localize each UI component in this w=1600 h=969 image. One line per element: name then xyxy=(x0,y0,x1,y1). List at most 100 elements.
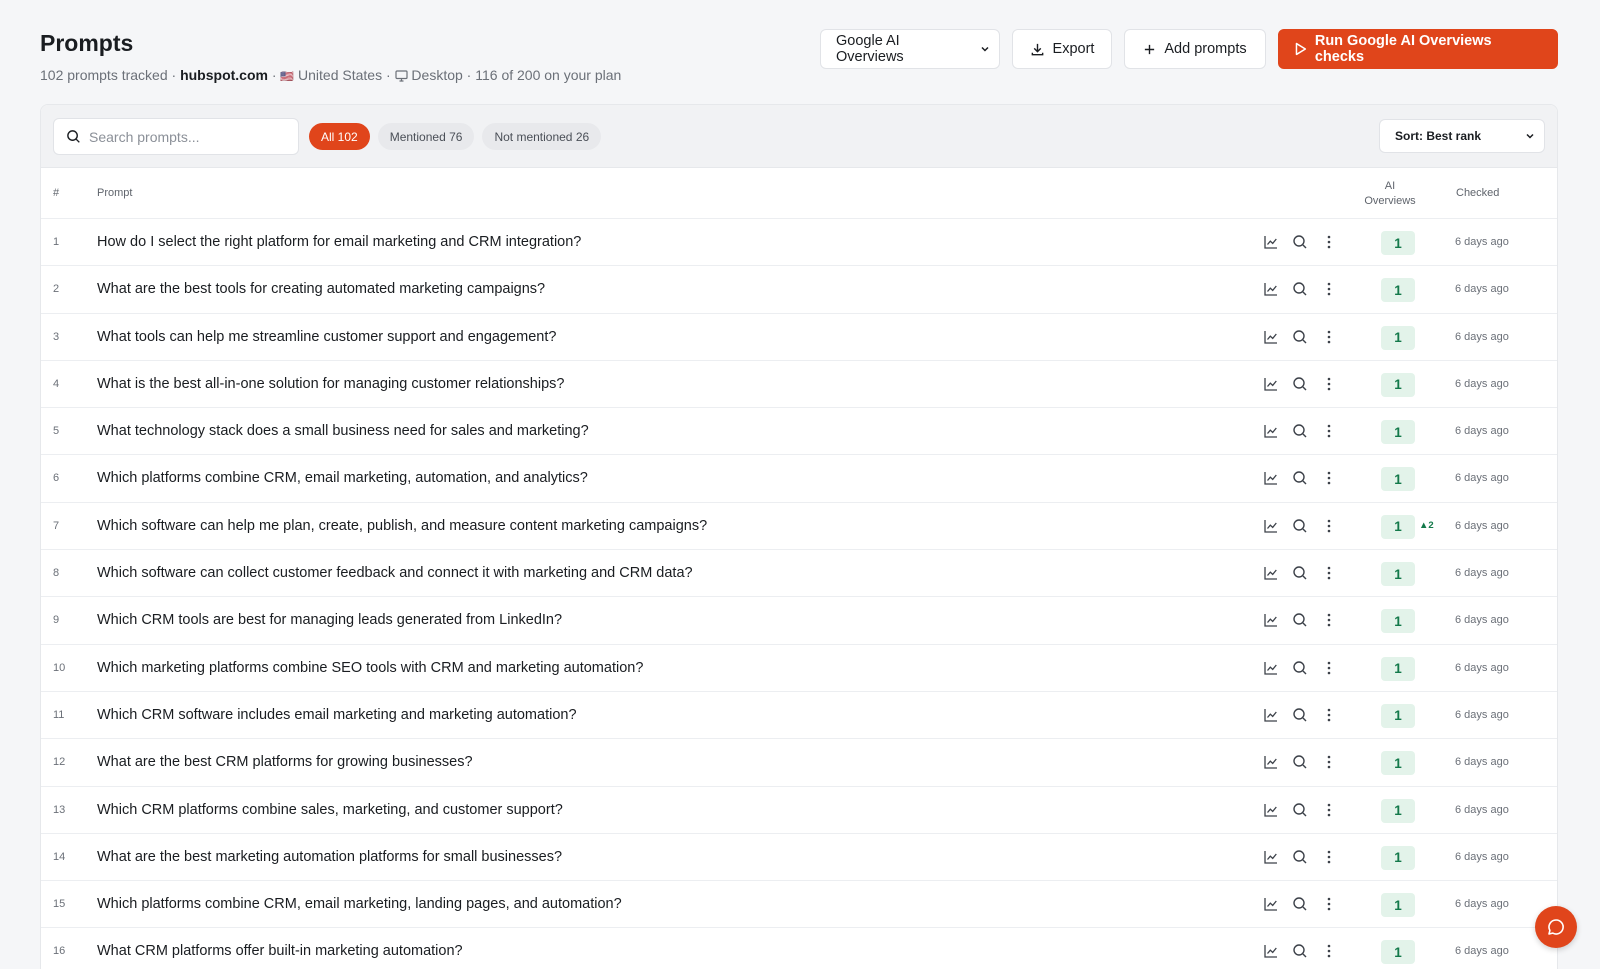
prompt-text[interactable]: What are the best tools for creating aut… xyxy=(97,281,545,297)
magnifier-icon[interactable] xyxy=(1292,329,1308,345)
trend-chart-icon[interactable] xyxy=(1263,802,1279,818)
table-row[interactable]: 13 Which CRM platforms combine sales, ma… xyxy=(41,787,1557,834)
prompt-text[interactable]: Which software can help me plan, create,… xyxy=(97,518,707,534)
table-row[interactable]: 7 Which software can help me plan, creat… xyxy=(41,503,1557,551)
table-row[interactable]: 14 What are the best marketing automatio… xyxy=(41,834,1557,882)
trend-chart-icon[interactable] xyxy=(1263,707,1279,723)
more-vertical-icon[interactable] xyxy=(1321,707,1337,723)
trend-chart-icon[interactable] xyxy=(1263,329,1279,345)
add-prompts-button[interactable]: Add prompts xyxy=(1124,29,1266,69)
magnifier-icon[interactable] xyxy=(1292,281,1308,297)
table-row[interactable]: 11 Which CRM software includes email mar… xyxy=(41,692,1557,740)
prompt-text[interactable]: Which CRM platforms combine sales, marke… xyxy=(97,802,563,818)
row-number: 8 xyxy=(53,567,60,580)
table-row[interactable]: 2 What are the best tools for creating a… xyxy=(41,266,1557,314)
page-subtitle: 102 prompts tracked · hubspot.com · 🇺🇸 U… xyxy=(40,67,621,85)
more-vertical-icon[interactable] xyxy=(1321,849,1337,865)
filter-all[interactable]: All 102 xyxy=(309,123,370,150)
table-row[interactable]: 6 Which platforms combine CRM, email mar… xyxy=(41,455,1557,503)
table-row[interactable]: 4 What is the best all-in-one solution f… xyxy=(41,361,1557,409)
table-row[interactable]: 9 Which CRM tools are best for managing … xyxy=(41,597,1557,645)
more-vertical-icon[interactable] xyxy=(1321,281,1337,297)
run-checks-button[interactable]: Run Google AI Overviews checks xyxy=(1278,29,1558,69)
magnifier-icon[interactable] xyxy=(1292,802,1308,818)
filter-mentioned[interactable]: Mentioned 76 xyxy=(377,123,475,150)
trend-chart-icon[interactable] xyxy=(1263,660,1279,676)
checked-time: 6 days ago xyxy=(1455,898,1509,911)
magnifier-icon[interactable] xyxy=(1292,660,1308,676)
magnifier-icon[interactable] xyxy=(1292,754,1308,770)
sort-select[interactable]: Sort: Best rank xyxy=(1379,119,1545,153)
trend-chart-icon[interactable] xyxy=(1263,849,1279,865)
trend-chart-icon[interactable] xyxy=(1263,612,1279,628)
ai-overviews-rank-badge: 1 xyxy=(1381,278,1415,303)
table-row[interactable]: 5 What technology stack does a small bus… xyxy=(41,408,1557,456)
trend-chart-icon[interactable] xyxy=(1263,470,1279,486)
trend-chart-icon[interactable] xyxy=(1263,518,1279,534)
add-prompts-label: Add prompts xyxy=(1164,41,1247,57)
magnifier-icon[interactable] xyxy=(1292,707,1308,723)
more-vertical-icon[interactable] xyxy=(1321,423,1337,439)
col-header-ai-line1: AI xyxy=(1384,180,1396,192)
more-vertical-icon[interactable] xyxy=(1321,612,1337,628)
prompt-text[interactable]: What tools can help me streamline custom… xyxy=(97,329,556,345)
magnifier-icon[interactable] xyxy=(1292,612,1308,628)
magnifier-icon[interactable] xyxy=(1292,896,1308,912)
prompt-text[interactable]: Which CRM software includes email market… xyxy=(97,707,577,723)
search-input[interactable] xyxy=(89,128,279,145)
row-number: 14 xyxy=(53,850,66,863)
chat-button[interactable] xyxy=(1535,906,1577,948)
table-row[interactable]: 3 What tools can help me streamline cust… xyxy=(41,314,1557,361)
trend-chart-icon[interactable] xyxy=(1263,896,1279,912)
prompt-text[interactable]: What technology stack does a small busin… xyxy=(97,423,589,439)
magnifier-icon[interactable] xyxy=(1292,565,1308,581)
table-row[interactable]: 15 Which platforms combine CRM, email ma… xyxy=(41,881,1557,929)
more-vertical-icon[interactable] xyxy=(1321,896,1337,912)
magnifier-icon[interactable] xyxy=(1292,423,1308,439)
table-row[interactable]: 12 What are the best CRM platforms for g… xyxy=(41,739,1557,787)
prompt-text[interactable]: Which CRM tools are best for managing le… xyxy=(97,612,562,628)
magnifier-icon[interactable] xyxy=(1292,376,1308,392)
trend-chart-icon[interactable] xyxy=(1263,234,1279,250)
prompt-text[interactable]: What are the best CRM platforms for grow… xyxy=(97,754,473,770)
more-vertical-icon[interactable] xyxy=(1321,754,1337,770)
more-vertical-icon[interactable] xyxy=(1321,802,1337,818)
checked-time: 6 days ago xyxy=(1455,425,1509,438)
more-vertical-icon[interactable] xyxy=(1321,376,1337,392)
engine-select[interactable]: Google AI Overviews xyxy=(820,29,1000,69)
more-vertical-icon[interactable] xyxy=(1321,518,1337,534)
more-vertical-icon[interactable] xyxy=(1321,660,1337,676)
trend-chart-icon[interactable] xyxy=(1263,281,1279,297)
more-vertical-icon[interactable] xyxy=(1321,565,1337,581)
magnifier-icon[interactable] xyxy=(1292,849,1308,865)
more-vertical-icon[interactable] xyxy=(1321,943,1337,959)
prompt-text[interactable]: What is the best all-in-one solution for… xyxy=(97,376,564,392)
trend-chart-icon[interactable] xyxy=(1263,376,1279,392)
trend-chart-icon[interactable] xyxy=(1263,754,1279,770)
trend-chart-icon[interactable] xyxy=(1263,943,1279,959)
more-vertical-icon[interactable] xyxy=(1321,234,1337,250)
table-row[interactable]: 10 Which marketing platforms combine SEO… xyxy=(41,645,1557,692)
magnifier-icon[interactable] xyxy=(1292,470,1308,486)
trend-chart-icon[interactable] xyxy=(1263,565,1279,581)
trend-chart-icon[interactable] xyxy=(1263,423,1279,439)
export-button[interactable]: Export xyxy=(1012,29,1112,69)
prompt-text[interactable]: What CRM platforms offer built-in market… xyxy=(97,943,463,959)
prompt-text[interactable]: Which marketing platforms combine SEO to… xyxy=(97,660,643,676)
magnifier-icon[interactable] xyxy=(1292,518,1308,534)
table-row[interactable]: 1 How do I select the right platform for… xyxy=(41,219,1557,267)
prompts-table-card: All 102 Mentioned 76 Not mentioned 26 So… xyxy=(40,104,1558,969)
more-vertical-icon[interactable] xyxy=(1321,329,1337,345)
prompt-text[interactable]: What are the best marketing automation p… xyxy=(97,849,562,865)
table-row[interactable]: 16 What CRM platforms offer built-in mar… xyxy=(41,928,1557,969)
more-vertical-icon[interactable] xyxy=(1321,470,1337,486)
magnifier-icon[interactable] xyxy=(1292,943,1308,959)
filter-not-mentioned[interactable]: Not mentioned 26 xyxy=(482,123,602,150)
magnifier-icon[interactable] xyxy=(1292,234,1308,250)
prompt-text[interactable]: Which platforms combine CRM, email marke… xyxy=(97,470,588,486)
prompt-text[interactable]: How do I select the right platform for e… xyxy=(97,234,581,250)
search-box[interactable] xyxy=(53,118,299,155)
prompt-text[interactable]: Which platforms combine CRM, email marke… xyxy=(97,896,622,912)
table-row[interactable]: 8 Which software can collect customer fe… xyxy=(41,550,1557,598)
prompt-text[interactable]: Which software can collect customer feed… xyxy=(97,565,693,581)
